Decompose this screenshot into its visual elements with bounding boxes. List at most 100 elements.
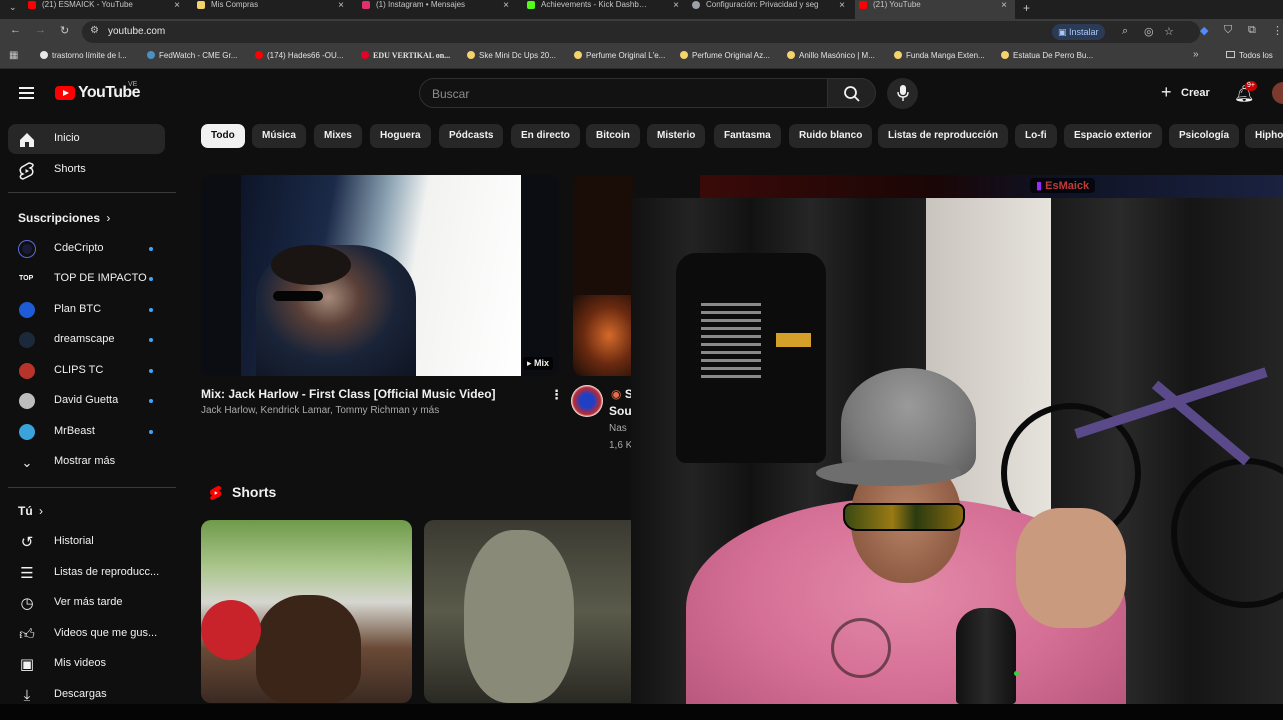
star-icon[interactable]: ☆ [1164, 25, 1174, 38]
sidebar-item-ver-mas-tarde[interactable]: ◷ Ver más tarde [8, 588, 165, 618]
video-title[interactable]: Mix: Jack Harlow - First Class [Official… [201, 387, 496, 401]
sidebar-item-label: Historial [54, 535, 94, 547]
sidebar-sub-mrbeast[interactable]: MrBeast [8, 417, 165, 447]
forward-icon[interactable]: → [35, 24, 46, 36]
bookmark-item[interactable]: EDU VERTIKAL on... [361, 51, 450, 60]
close-tab-icon[interactable]: × [839, 0, 845, 11]
video-title-fragment-2[interactable]: Sou [609, 404, 632, 418]
tab-configuracion[interactable]: Configuración: Privacidad y seg × [692, 0, 847, 19]
short-thumbnail[interactable] [424, 520, 631, 703]
sidebar-item-label: Mis videos [54, 657, 106, 669]
all-bookmarks[interactable]: Todos los [1226, 51, 1273, 60]
close-tab-icon[interactable]: × [503, 0, 509, 11]
bookmark-item[interactable]: Funda Manga Exten... [894, 51, 985, 60]
address-bar[interactable]: ⚙ youtube.com ▣ Instalar ⌕ ◎ ☆ [82, 21, 1200, 43]
video-thumbnail[interactable] [573, 175, 633, 376]
sidebar-item-shorts[interactable]: Shorts [8, 155, 165, 185]
close-tab-icon[interactable]: × [174, 0, 180, 11]
settings-favicon [692, 0, 700, 9]
search-input[interactable]: Buscar [419, 78, 828, 108]
video-more-icon[interactable]: ⋮ [550, 387, 563, 403]
new-tab-icon[interactable]: + [1023, 1, 1030, 15]
eye-off-icon[interactable]: ◎ [1144, 25, 1154, 38]
sidebar-show-more[interactable]: ⌄ Mostrar más [8, 447, 165, 477]
bookmark-item[interactable]: Estatua De Perro Bu... [1001, 51, 1093, 60]
chip-en-directo[interactable]: En directo [511, 124, 580, 148]
close-tab-icon[interactable]: × [1001, 0, 1007, 11]
sidebar-sub-top-de-impacto[interactable]: TOP TOP DE IMPACTO [8, 264, 165, 294]
extension-icon-blue[interactable]: ◆ [1200, 24, 1208, 37]
install-app-button[interactable]: ▣ Instalar [1052, 24, 1105, 40]
you-header[interactable]: Tú › [18, 504, 43, 518]
search-button[interactable] [827, 78, 876, 108]
chip-fantasma[interactable]: Fantasma [714, 124, 781, 148]
new-content-dot [149, 399, 153, 403]
apps-grid-icon[interactable]: ▦ [9, 50, 18, 61]
menu-hamburger-icon[interactable] [19, 87, 34, 99]
reload-icon[interactable]: ↻ [60, 24, 69, 37]
bookmark-item[interactable]: trastorno límite de l... [40, 51, 127, 60]
sidebar-sub-plan-btc[interactable]: Plan BTC [8, 295, 165, 325]
chip-listas[interactable]: Listas de reproducción [878, 124, 1009, 148]
chip-ruido-blanco[interactable]: Ruido blanco [789, 124, 873, 148]
notifications-button[interactable]: 🔔︎ 9+ [1232, 81, 1257, 106]
shorts-icon [19, 162, 34, 180]
chip-misterio[interactable]: Misterio [647, 124, 706, 148]
chip-hiphop[interactable]: Hiphop [1245, 124, 1283, 148]
bookmark-item[interactable]: Ske Mini Dc Ups 20... [467, 51, 556, 60]
bookmark-item[interactable]: Perfume Original Az... [680, 51, 770, 60]
tab-mis-compras[interactable]: Mis Compras × [197, 0, 352, 19]
video-channel: Nas [609, 423, 627, 434]
mix-label: Mix [533, 358, 549, 368]
short-thumbnail[interactable] [201, 520, 412, 703]
chevron-right-icon: › [39, 504, 44, 518]
chip-hoguera[interactable]: Hoguera [370, 124, 431, 148]
sidebar-sub-clips-tc[interactable]: CLIPS TC [8, 356, 165, 386]
chip-bitcoin[interactable]: Bitcoin [586, 124, 640, 148]
sidebar-sub-dreamscape[interactable]: dreamscape [8, 325, 165, 355]
youtube-logo-icon[interactable] [55, 86, 75, 100]
hoodie-print [701, 298, 761, 378]
tab-instagram[interactable]: (1) Instagram • Mensajes × [362, 0, 517, 19]
chip-mixes[interactable]: Mixes [314, 124, 362, 148]
shield-icon[interactable]: ⛉ [1224, 24, 1232, 37]
tab-search-icon[interactable]: ⌄ [9, 2, 17, 13]
sidebar-item-videos-gustados[interactable]: 👍︎ Videos que me gus... [8, 619, 165, 649]
extensions-puzzle-icon[interactable]: ⧉ [1248, 24, 1256, 37]
voice-search-button[interactable] [887, 78, 918, 109]
chip-podcasts[interactable]: Pódcasts [439, 124, 504, 148]
back-icon[interactable]: ← [10, 24, 21, 36]
bookmark-item[interactable]: Perfume Original L'e... [574, 51, 665, 60]
sidebar-item-listas[interactable]: ☰ Listas de reproducc... [8, 558, 165, 588]
site-info-icon[interactable]: ⚙ [90, 25, 99, 36]
tab-kick[interactable]: Achievements - Kick Dashboard × [527, 0, 687, 19]
chip-espacio-exterior[interactable]: Espacio exterior [1064, 124, 1162, 148]
chip-todo[interactable]: Todo [201, 124, 245, 148]
bookmark-item[interactable]: FedWatch - CME Gr... [147, 51, 237, 60]
sidebar-item-inicio[interactable]: Inicio [8, 124, 165, 154]
create-button[interactable]: + Crear [1155, 80, 1219, 107]
subscriptions-header[interactable]: Suscripciones › [18, 211, 110, 225]
sidebar-item-historial[interactable]: ↺ Historial [8, 527, 165, 557]
chip-musica[interactable]: Música [252, 124, 306, 148]
bookmark-item[interactable]: Anillo Masónico | M... [787, 51, 875, 60]
hoodie-patch [776, 333, 811, 347]
bookmarks-overflow-icon[interactable]: » [1193, 49, 1199, 60]
bookmark-label: Anillo Masónico | M... [799, 51, 875, 60]
sidebar-sub-cdecripto[interactable]: CdeCripto [8, 234, 165, 264]
video-title-fragment[interactable]: ◉ S [611, 387, 633, 401]
chip-psicologia[interactable]: Psicología [1169, 124, 1240, 148]
chip-lofi[interactable]: Lo-fi [1015, 124, 1057, 148]
bookmark-item[interactable]: (174) Hades66 -OU... [255, 51, 343, 60]
thumbnail-face [464, 530, 574, 703]
sidebar-item-mis-videos[interactable]: ▣ Mis videos [8, 649, 165, 679]
channel-avatar[interactable] [571, 385, 603, 417]
menu-more-icon[interactable]: ⋮ [1272, 24, 1283, 37]
tab-youtube-active[interactable]: (21) YouTube × [855, 0, 1015, 19]
close-tab-icon[interactable]: × [673, 0, 679, 11]
tab-esmaick[interactable]: (21) ESMAICK - YouTube × [28, 0, 188, 19]
sidebar-sub-david-guetta[interactable]: David Guetta [8, 386, 165, 416]
close-tab-icon[interactable]: × [338, 0, 344, 11]
zoom-icon[interactable]: ⌕ [1122, 25, 1128, 38]
video-thumbnail[interactable]: ▸ Mix [201, 175, 559, 376]
